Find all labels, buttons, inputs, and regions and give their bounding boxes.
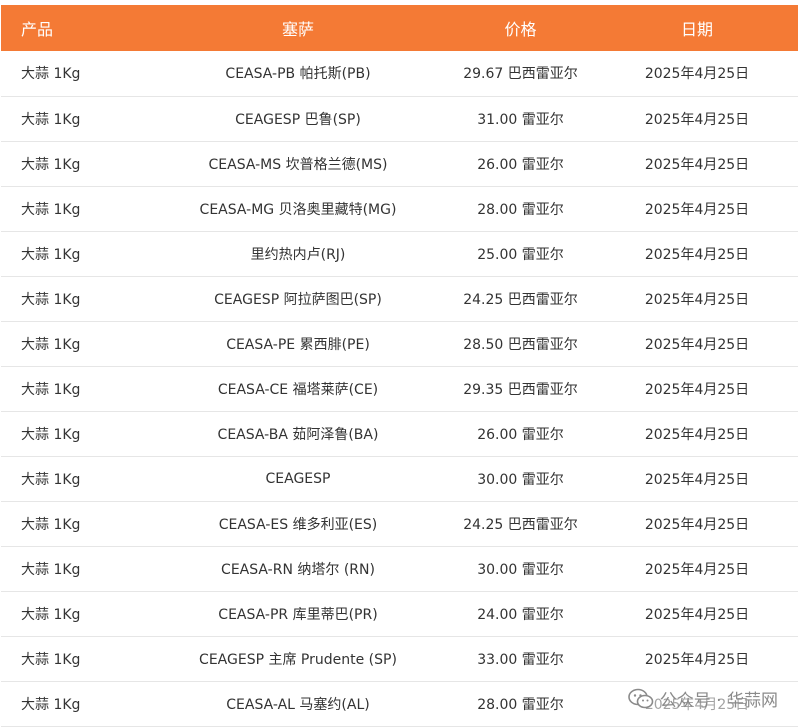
cell-date: 2025年4月25日	[644, 201, 750, 218]
cell-product: 大蒜 1Kg	[21, 66, 81, 83]
cell-product: 大蒜 1Kg	[21, 246, 81, 263]
table-row[interactable]: 大蒜 1Kg CEASA-BA 茹阿泽鲁(BA) 26.00 雷亚尔 2025年4月2…	[1, 411, 798, 456]
cell-price: 28.00 雷亚尔	[477, 201, 564, 218]
cell-price: 26.00 雷亚尔	[477, 156, 564, 173]
cell-date: 2025年4月25日	[644, 426, 750, 443]
cell-ceasa: CEAGESP 主席 Prudente (SP)	[199, 651, 397, 668]
cell-date: 2025年4月25日	[644, 111, 750, 128]
cell-ceasa: CEASA-ES 维多利亚(ES)	[218, 516, 378, 533]
cell-product: 大蒜 1Kg	[21, 426, 81, 443]
cell-ceasa: CEASA-PB 帕托斯(PB)	[225, 66, 371, 83]
header-ceasa[interactable]: 塞萨	[151, 5, 445, 51]
cell-date: 2025年4月25日	[644, 471, 750, 488]
cell-date: 2025年4月25日	[644, 66, 750, 83]
cell-ceasa: CEASA-CE 福塔莱萨(CE)	[217, 381, 379, 398]
cell-date: 2025年4月25日	[644, 246, 750, 263]
table-row[interactable]: 大蒜 1Kg CEAGESP 巴鲁(SP) 31.00 雷亚尔 2025年4月25日	[1, 96, 798, 141]
table-row[interactable]: 大蒜 1Kg CEAGESP 30.00 雷亚尔 2025年4月25日	[1, 456, 798, 501]
cell-price: 24.00 雷亚尔	[477, 606, 564, 623]
cell-date: 2025年4月25日	[644, 291, 750, 308]
table-row[interactable]: 大蒜 1Kg CEASA-MS 坎普格兰德(MS) 26.00 雷亚尔 2025年4月…	[1, 141, 798, 186]
table-row[interactable]: 大蒜 1Kg CEASA-MG 贝洛奥里藏特(MG) 28.00 雷亚尔 2025年4…	[1, 186, 798, 231]
watermark: 公众号 · 华蒜网	[627, 686, 778, 711]
cell-product: 大蒜 1Kg	[21, 561, 81, 578]
cell-price: 25.00 雷亚尔	[477, 246, 564, 263]
cell-price: 28.50 巴西雷亚尔	[463, 336, 578, 353]
cell-price: 24.25 巴西雷亚尔	[463, 291, 578, 308]
table-row[interactable]: 大蒜 1Kg 里约热内卢(RJ) 25.00 雷亚尔 2025年4月25日	[1, 231, 798, 276]
cell-price: 31.00 雷亚尔	[477, 111, 564, 128]
cell-product: 大蒜 1Kg	[21, 516, 81, 533]
price-table-container: 产品 塞萨 价格 日期 大蒜 1Kg CEASA-PB 帕托斯(PB) 29.67 …	[1, 5, 798, 727]
table-row[interactable]: 大蒜 1Kg CEASA-RN 纳塔尔 (RN) 30.00 雷亚尔 2025年4月2…	[1, 546, 798, 591]
cell-price: 26.00 雷亚尔	[477, 426, 564, 443]
cell-date: 2025年4月25日	[644, 561, 750, 578]
cell-date: 2025年4月25日	[644, 156, 750, 173]
watermark-text: 公众号 · 华蒜网	[659, 691, 778, 711]
table-row[interactable]: 大蒜 1Kg CEASA-ES 维多利亚(ES) 24.25 巴西雷亚尔 2025年4…	[1, 501, 798, 546]
cell-ceasa: 里约热内卢(RJ)	[250, 246, 346, 263]
table-row[interactable]: 大蒜 1Kg CEAGESP 主席 Prudente (SP) 33.00 雷亚尔 2…	[1, 636, 798, 681]
cell-date: 2025年4月25日	[644, 651, 750, 668]
cell-ceasa: CEASA-RN 纳塔尔 (RN)	[221, 561, 375, 578]
cell-ceasa: CEASA-PR 库里蒂巴(PR)	[218, 606, 378, 623]
cell-date: 2025年4月25日	[644, 336, 750, 353]
cell-product: 大蒜 1Kg	[21, 111, 81, 128]
cell-date: 2025年4月25日	[644, 381, 750, 398]
cell-price: 30.00 雷亚尔	[477, 471, 564, 488]
cell-ceasa: CEAGESP 阿拉萨图巴(SP)	[214, 291, 382, 308]
table-row[interactable]: 大蒜 1Kg CEASA-PB 帕托斯(PB) 29.67 巴西雷亚尔 2025年4月…	[1, 51, 798, 96]
cell-product: 大蒜 1Kg	[21, 156, 81, 173]
header-product[interactable]: 产品	[1, 5, 151, 51]
table-body: 大蒜 1Kg CEASA-PB 帕托斯(PB) 29.67 巴西雷亚尔 2025年4月…	[1, 51, 798, 726]
cell-product: 大蒜 1Kg	[21, 291, 81, 308]
cell-product: 大蒜 1Kg	[21, 696, 81, 713]
cell-ceasa: CEAGESP 巴鲁(SP)	[235, 111, 361, 128]
cell-date: 2025年4月25日	[644, 606, 750, 623]
price-table: 产品 塞萨 价格 日期 大蒜 1Kg CEASA-PB 帕托斯(PB) 29.67 …	[1, 5, 798, 727]
cell-price: 29.67 巴西雷亚尔	[463, 66, 578, 83]
table-row[interactable]: 大蒜 1Kg CEASA-PE 累西腓(PE) 28.50 巴西雷亚尔 2025年4月…	[1, 321, 798, 366]
cell-price: 29.35 巴西雷亚尔	[463, 381, 578, 398]
cell-product: 大蒜 1Kg	[21, 336, 81, 353]
cell-price: 30.00 雷亚尔	[477, 561, 564, 578]
cell-ceasa: CEAGESP	[265, 470, 331, 487]
cell-product: 大蒜 1Kg	[21, 651, 81, 668]
header-price[interactable]: 价格	[445, 5, 596, 51]
cell-product: 大蒜 1Kg	[21, 201, 81, 218]
table-row[interactable]: 大蒜 1Kg CEASA-PR 库里蒂巴(PR) 24.00 雷亚尔 2025年4月2…	[1, 591, 798, 636]
cell-ceasa: CEASA-BA 茹阿泽鲁(BA)	[217, 426, 379, 443]
cell-price: 33.00 雷亚尔	[477, 651, 564, 668]
cell-price: 24.25 巴西雷亚尔	[463, 516, 578, 533]
wechat-icon	[627, 688, 654, 710]
cell-ceasa: CEASA-MG 贝洛奥里藏特(MG)	[199, 201, 397, 218]
cell-ceasa: CEASA-AL 马塞约(AL)	[226, 696, 370, 713]
cell-ceasa: CEASA-MS 坎普格兰德(MS)	[208, 156, 388, 173]
cell-product: 大蒜 1Kg	[21, 606, 81, 623]
table-header-row: 产品 塞萨 价格 日期	[1, 5, 798, 51]
table-row[interactable]: 大蒜 1Kg CEAGESP 阿拉萨图巴(SP) 24.25 巴西雷亚尔 2025年4…	[1, 276, 798, 321]
cell-ceasa: CEASA-PE 累西腓(PE)	[226, 336, 370, 353]
header-date[interactable]: 日期	[596, 5, 798, 51]
cell-price: 28.00 雷亚尔	[477, 696, 564, 713]
cell-product: 大蒜 1Kg	[21, 471, 81, 488]
table-row[interactable]: 大蒜 1Kg CEASA-CE 福塔莱萨(CE) 29.35 巴西雷亚尔 2025年4…	[1, 366, 798, 411]
cell-date: 2025年4月25日	[644, 516, 750, 533]
cell-product: 大蒜 1Kg	[21, 381, 81, 398]
